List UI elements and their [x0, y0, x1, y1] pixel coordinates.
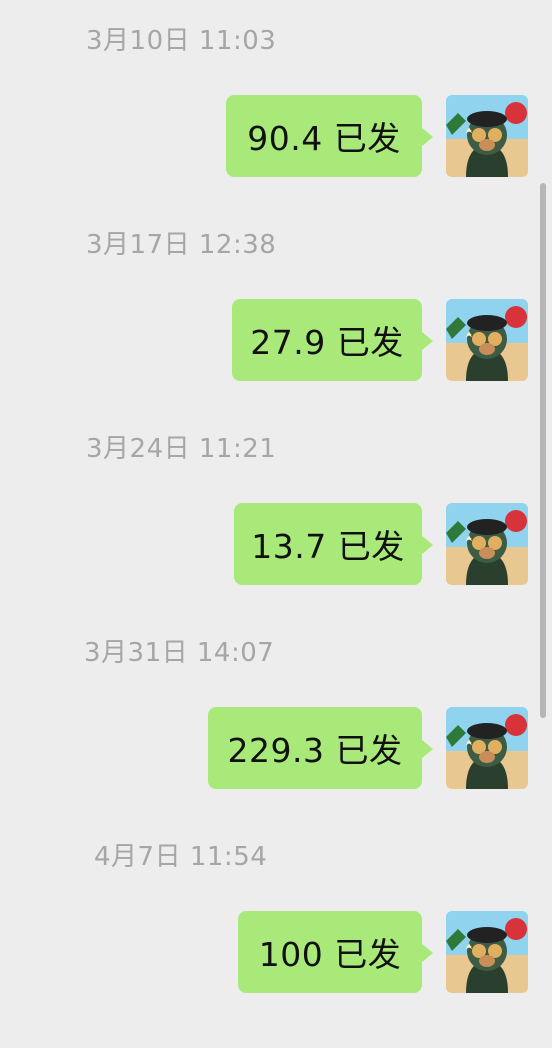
avatar-icon[interactable]	[446, 707, 528, 789]
vertical-scrollbar[interactable]	[540, 183, 546, 718]
message-timestamp: 3月31日 14:07	[84, 638, 275, 668]
message-bubble[interactable]: 13.7 已发	[234, 503, 433, 585]
message-bubble[interactable]: 90.4 已发	[226, 95, 433, 177]
message-bubble[interactable]: 27.9 已发	[232, 299, 433, 381]
avatar-icon[interactable]	[446, 299, 528, 381]
avatar-icon[interactable]	[446, 503, 528, 585]
message-timestamp: 3月10日 11:03	[86, 26, 277, 56]
message-bubble[interactable]: 100 已发	[238, 911, 433, 993]
chat-message-list[interactable]: 3月10日 11:03 90.4 已发 3月17日 12:38 27.9 已发	[0, 0, 552, 1048]
message-bubble[interactable]: 229.3 已发	[208, 707, 433, 789]
message-timestamp: 4月7日 11:54	[94, 842, 268, 872]
message-timestamp: 3月17日 12:38	[86, 230, 277, 260]
avatar-icon[interactable]	[446, 911, 528, 993]
avatar-icon[interactable]	[446, 95, 528, 177]
message-timestamp: 3月24日 11:21	[86, 434, 277, 464]
